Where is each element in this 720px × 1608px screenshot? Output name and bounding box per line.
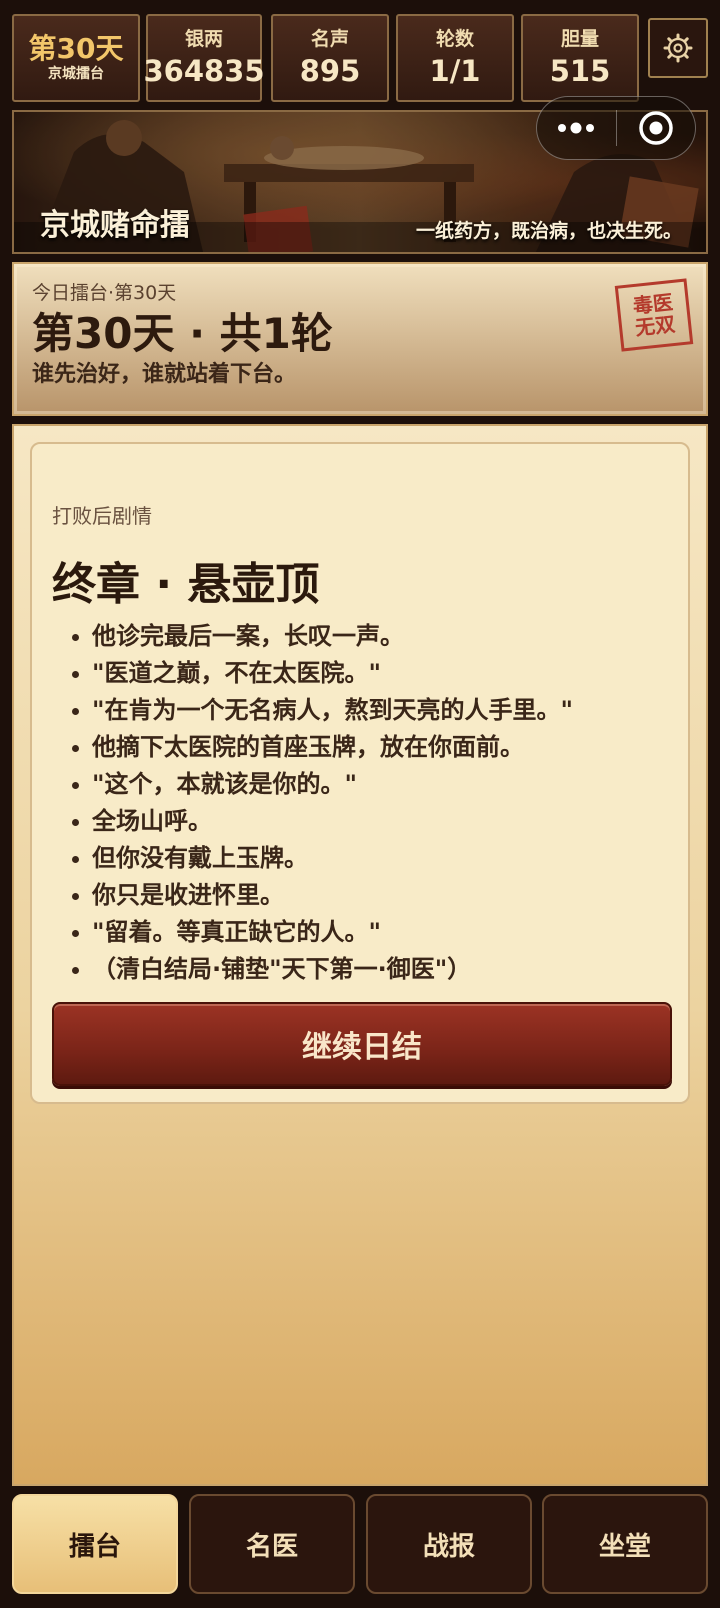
arena-description: 谁先治好，谁就站着下台。: [32, 362, 297, 387]
day-number: 第30天: [28, 32, 124, 65]
stat-label: 名声: [310, 28, 349, 50]
more-button[interactable]: [537, 96, 616, 160]
miniprogram-capsule: [536, 96, 696, 160]
story-line: "医道之巅，不在太医院。": [72, 655, 573, 692]
arena-name: 京城擂台: [48, 66, 104, 82]
arena-title: 第30天 · 共1轮: [32, 309, 333, 358]
settings-button[interactable]: [648, 18, 708, 78]
seal-stamp: 毒医 无双: [614, 278, 694, 352]
tab-doctors[interactable]: 名医: [189, 1494, 355, 1594]
stat-rounds: 轮数 1/1: [396, 14, 514, 102]
story-kicker: 打败后剧情: [52, 504, 152, 528]
tab-reports[interactable]: 战报: [366, 1494, 532, 1594]
story-line: （清白结局·铺垫"天下第一·御医"）: [72, 951, 573, 988]
chapter-title: 终章 · 悬壶顶: [52, 559, 320, 610]
stat-value: 1/1: [429, 54, 481, 88]
story-lines: 他诊完最后一案，长叹一声。 "医道之巅，不在太医院。" "在肯为一个无名病人，熬…: [72, 618, 573, 988]
day-badge: 第30天 京城擂台: [12, 14, 140, 102]
stat-value: 515: [549, 54, 611, 88]
story-line: 全场山呼。: [72, 803, 573, 840]
story-line: 你只是收进怀里。: [72, 877, 573, 914]
target-circle-icon: [639, 111, 673, 145]
story-line: "在肯为一个无名病人，熬到天亮的人手里。": [72, 692, 573, 729]
tab-clinic[interactable]: 坐堂: [542, 1494, 708, 1594]
stat-label: 轮数: [435, 28, 474, 50]
story-line: 他诊完最后一案，长叹一声。: [72, 618, 573, 655]
stat-silver: 银两 364835: [143, 14, 265, 102]
story-card: 打败后剧情 终章 · 悬壶顶 他诊完最后一案，长叹一声。 "医道之巅，不在太医院…: [30, 442, 690, 1104]
stat-value: 895: [299, 54, 361, 88]
tab-arena[interactable]: 擂台: [12, 1494, 178, 1594]
stat-label: 银两: [184, 28, 223, 50]
stat-courage: 胆量 515: [521, 14, 639, 102]
close-button[interactable]: [617, 96, 696, 160]
stat-label: 胆量: [560, 28, 599, 50]
banner-title: 京城赌命擂: [40, 208, 190, 243]
story-line: 但你没有戴上玉牌。: [72, 840, 573, 877]
continue-button[interactable]: 继续日结: [52, 1002, 672, 1086]
banner-tagline: 一纸药方，既治病，也决生死。: [415, 220, 682, 242]
main-panel: 打败后剧情 终章 · 悬壶顶 他诊完最后一案，长叹一声。 "医道之巅，不在太医院…: [12, 424, 708, 1486]
story-line: "这个，本就该是你的。": [72, 766, 573, 803]
more-dots-icon: [558, 122, 595, 134]
stat-fame: 名声 895: [271, 14, 389, 102]
gear-icon: [663, 33, 693, 63]
arena-header-card: 今日擂台·第30天 第30天 · 共1轮 谁先治好，谁就站着下台。 毒医 无双: [12, 262, 708, 416]
stat-value: 364835: [143, 54, 265, 88]
stamp-line: 无双: [634, 311, 677, 340]
story-line: "留着。等真正缺它的人。": [72, 914, 573, 951]
story-line: 他摘下太医院的首座玉牌，放在你面前。: [72, 729, 573, 766]
